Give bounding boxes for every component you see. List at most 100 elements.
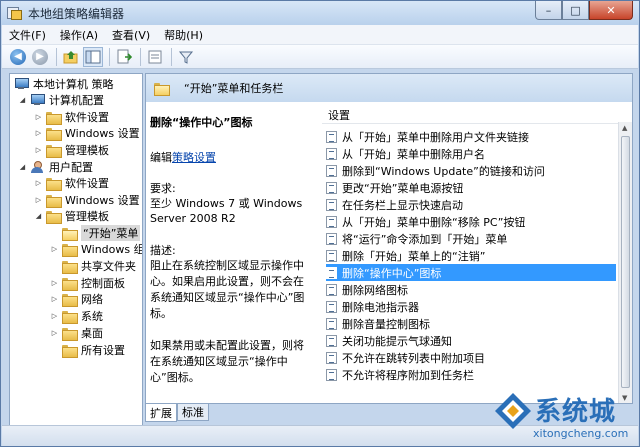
policy-setting-icon xyxy=(326,181,337,194)
menu-help[interactable]: 帮助(H) xyxy=(157,27,210,43)
watermark-url: xitongcheng.com xyxy=(533,427,629,440)
tree-item-computer-config[interactable]: ◢ 计算机配置 xyxy=(18,92,104,108)
tree-item-label: 控制面板 xyxy=(81,277,125,290)
setting-row[interactable]: 删除到“Windows Update”的链接和访问 xyxy=(326,162,616,179)
menu-bar: 文件(F) 操作(A) 查看(V) 帮助(H) xyxy=(2,25,638,45)
policy-setting-icon xyxy=(326,266,337,279)
menu-file[interactable]: 文件(F) xyxy=(2,27,53,43)
export-list-button[interactable] xyxy=(114,47,134,67)
setting-row[interactable]: 关闭功能提示气球通知 xyxy=(326,332,616,349)
scrollbar-thumb[interactable] xyxy=(621,136,630,388)
tree-item-computer-windows-settings[interactable]: ▷ Windows 设置 xyxy=(34,125,140,141)
collapse-arrow-icon[interactable]: ▷ xyxy=(34,129,43,137)
tree-item-system[interactable]: ▷ 系统 xyxy=(50,308,103,324)
close-button[interactable]: ✕ xyxy=(589,1,633,20)
expand-arrow-icon[interactable]: ◢ xyxy=(18,163,27,171)
setting-label: 关闭功能提示气球通知 xyxy=(342,334,452,348)
description-text: 阻止在系统控制区域显示操作中心。如果启用此设置，则不会在系统通知区域显示“操作中… xyxy=(150,259,305,384)
setting-row[interactable]: 删除「开始」菜单上的“注销” xyxy=(326,247,616,264)
tree-item-label: Windows 设置 xyxy=(65,194,140,207)
folder-icon xyxy=(46,127,62,141)
setting-label: 从「开始」菜单中删除用户文件夹链接 xyxy=(342,130,529,144)
expand-arrow-icon[interactable]: ◢ xyxy=(34,212,43,220)
setting-label: 删除“操作中心”图标 xyxy=(342,266,442,280)
policy-title: 删除“操作中心”图标 xyxy=(150,116,253,129)
filter-button[interactable] xyxy=(176,47,196,67)
maximize-button[interactable]: □ xyxy=(562,1,589,20)
tree-item-network[interactable]: ▷ 网络 xyxy=(50,291,103,307)
tree-item-user-windows-settings[interactable]: ▷ Windows 设置 xyxy=(34,192,140,208)
forward-arrow-icon: ▶ xyxy=(32,48,48,65)
properties-button[interactable] xyxy=(145,47,165,67)
setting-row[interactable]: 将“运行”命令添加到「开始」菜单 xyxy=(326,230,616,247)
toolbar-separator xyxy=(140,47,141,66)
setting-row[interactable]: 不允许将程序附加到任务栏 xyxy=(326,366,616,383)
title-bar: 本地组策略编辑器 – □ ✕ xyxy=(1,1,639,25)
setting-row[interactable]: 删除“操作中心”图标 xyxy=(326,264,616,281)
tree-item-label: 所有设置 xyxy=(81,344,125,357)
settings-list[interactable]: 设置 从「开始」菜单中删除用户文件夹链接 从「开始」菜单中删除用户名 删除到“Win… xyxy=(316,102,632,403)
setting-label: 删除电池指示器 xyxy=(342,300,419,314)
up-level-button[interactable] xyxy=(61,47,81,67)
policy-setting-icon xyxy=(326,130,337,143)
setting-row[interactable]: 删除网络图标 xyxy=(326,281,616,298)
folder-icon xyxy=(46,194,62,208)
toolbar: ◀ ▶ xyxy=(2,45,638,69)
setting-row[interactable]: 更改“开始”菜单电源按钮 xyxy=(326,179,616,196)
collapse-arrow-icon[interactable]: ▷ xyxy=(34,146,43,154)
collapse-arrow-icon[interactable]: ▷ xyxy=(34,179,43,187)
tree-item-control-panel[interactable]: ▷ 控制面板 xyxy=(50,275,125,291)
policy-setting-icon xyxy=(326,198,337,211)
scroll-up-icon[interactable]: ▲ xyxy=(622,124,627,132)
settings-vertical-scrollbar[interactable]: ▲ ▼ xyxy=(618,122,632,403)
tab-extended[interactable]: 扩展 xyxy=(145,404,177,422)
back-button[interactable]: ◀ xyxy=(8,47,28,67)
collapse-arrow-icon[interactable]: ▷ xyxy=(50,329,59,337)
policy-setting-icon xyxy=(326,368,337,381)
console-tree[interactable]: 本地计算机 策略 ◢ 计算机配置 ▷ 软件设置 ▷ Windows 设置 ▷ 管… xyxy=(9,73,143,441)
toolbar-separator xyxy=(56,47,57,66)
setting-row[interactable]: 从「开始」菜单中删除“移除 PC”按钮 xyxy=(326,213,616,230)
tree-item-shared-folders[interactable]: 共享文件夹 xyxy=(50,258,136,274)
setting-row[interactable]: 删除音量控制图标 xyxy=(326,315,616,332)
settings-column-header[interactable]: 设置 xyxy=(322,106,630,124)
folder-icon xyxy=(62,293,78,307)
minimize-button[interactable]: – xyxy=(535,1,562,20)
tree-item-label: 用户配置 xyxy=(49,161,93,174)
tree-item-label: “开始”菜单 xyxy=(81,225,141,241)
collapse-arrow-icon[interactable]: ▷ xyxy=(50,295,59,303)
forward-button[interactable]: ▶ xyxy=(30,47,50,67)
tree-item-computer-admin-templates[interactable]: ▷ 管理模板 xyxy=(34,142,109,158)
tree-item-user-software-settings[interactable]: ▷ 软件设置 xyxy=(34,175,109,191)
policy-setting-icon xyxy=(326,164,337,177)
setting-row[interactable]: 从「开始」菜单中删除用户名 xyxy=(326,145,616,162)
tab-standard[interactable]: 标准 xyxy=(177,404,209,421)
edit-policy-link[interactable]: 策略设置 xyxy=(172,151,216,164)
show-hide-tree-button[interactable] xyxy=(83,46,103,67)
expand-arrow-icon[interactable]: ◢ xyxy=(18,96,27,104)
collapse-arrow-icon[interactable]: ▷ xyxy=(50,279,59,287)
setting-label: 在任务栏上显示快速启动 xyxy=(342,198,463,212)
tree-item-label: 桌面 xyxy=(81,327,103,340)
tree-item-start-menu[interactable]: “开始”菜单 xyxy=(50,225,141,241)
collapse-arrow-icon[interactable]: ▷ xyxy=(34,196,43,204)
setting-row[interactable]: 删除电池指示器 xyxy=(326,298,616,315)
tree-item-user-config[interactable]: ◢ 用户配置 xyxy=(18,159,93,175)
folder-icon xyxy=(62,260,78,274)
tree-item-desktop[interactable]: ▷ 桌面 xyxy=(50,325,103,341)
setting-row[interactable]: 从「开始」菜单中删除用户文件夹链接 xyxy=(326,128,616,145)
tree-item-all-settings[interactable]: 所有设置 xyxy=(50,342,125,358)
setting-row[interactable]: 在任务栏上显示快速启动 xyxy=(326,196,616,213)
setting-label: 更改“开始”菜单电源按钮 xyxy=(342,181,464,195)
tree-item-computer-software-settings[interactable]: ▷ 软件设置 xyxy=(34,109,109,125)
setting-row[interactable]: 不允许在跳转列表中附加项目 xyxy=(326,349,616,366)
collapse-arrow-icon[interactable]: ▷ xyxy=(34,113,43,121)
tree-item-local-computer-policy[interactable]: 本地计算机 策略 xyxy=(14,76,114,92)
collapse-arrow-icon[interactable]: ▷ xyxy=(50,312,59,320)
menu-action[interactable]: 操作(A) xyxy=(53,27,105,43)
tree-item-label: 软件设置 xyxy=(65,111,109,124)
collapse-arrow-icon[interactable]: ▷ xyxy=(50,245,59,253)
tree-item-user-admin-templates[interactable]: ◢ 管理模板 xyxy=(34,208,109,224)
tree-item-windows-components[interactable]: ▷ Windows 组 xyxy=(50,241,142,257)
menu-view[interactable]: 查看(V) xyxy=(105,27,157,43)
